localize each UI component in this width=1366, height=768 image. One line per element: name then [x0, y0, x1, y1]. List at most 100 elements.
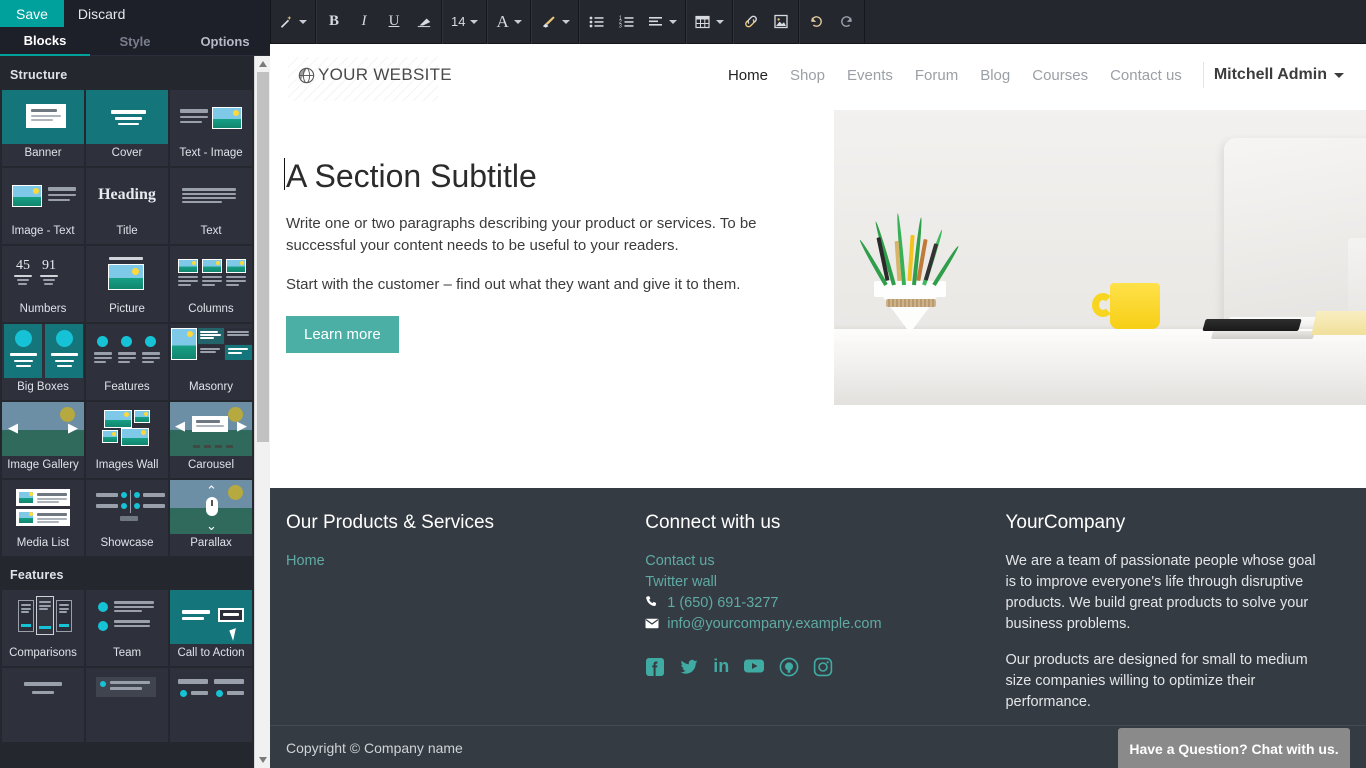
- block-card-parallax[interactable]: ⌃ ⌄ Parallax: [170, 480, 252, 556]
- nav-item-blog[interactable]: Blog: [969, 67, 1021, 84]
- block-label: Banner: [24, 147, 62, 159]
- block-card-partial-a[interactable]: [2, 668, 84, 742]
- block-card-text[interactable]: Text: [170, 168, 252, 244]
- table-icon[interactable]: [689, 7, 730, 37]
- youtube-icon[interactable]: [743, 657, 765, 681]
- block-card-image-gallery[interactable]: ◀ ▶ Image Gallery: [2, 402, 84, 478]
- footer-link-home[interactable]: Home: [286, 551, 625, 572]
- block-card-title[interactable]: Heading Title: [86, 168, 168, 244]
- nav-item-courses[interactable]: Courses: [1021, 67, 1099, 84]
- block-card-comparisons[interactable]: Comparisons: [2, 590, 84, 666]
- nav-item-home[interactable]: Home: [717, 67, 779, 84]
- font-color-button[interactable]: A: [490, 7, 527, 37]
- block-card-carousel[interactable]: ◀ ▶ Carousel: [170, 402, 252, 478]
- footer-link-contact-us[interactable]: Contact us: [645, 551, 985, 572]
- block-card-columns[interactable]: Columns: [170, 246, 252, 322]
- nav-item-contact-us[interactable]: Contact us: [1099, 67, 1193, 84]
- block-card-features[interactable]: Features: [86, 324, 168, 400]
- block-label: Picture: [109, 303, 145, 315]
- plant-pot-rope: [886, 299, 936, 307]
- title-art-text: Heading: [98, 186, 156, 203]
- block-label: Title: [116, 225, 138, 237]
- font-size-select[interactable]: 14: [445, 7, 484, 37]
- linkedin-icon[interactable]: in: [713, 657, 729, 681]
- block-card-images-wall[interactable]: Images Wall: [86, 402, 168, 478]
- nav-item-shop[interactable]: Shop: [779, 67, 836, 84]
- undo-icon[interactable]: [802, 7, 832, 37]
- block-card-big-boxes[interactable]: Big Boxes: [2, 324, 84, 400]
- user-menu[interactable]: Mitchell Admin: [1214, 66, 1350, 84]
- hero-heading[interactable]: A Section Subtitle: [284, 156, 537, 196]
- scroll-up-arrow-icon[interactable]: [255, 56, 270, 72]
- phone-icon: [645, 593, 659, 614]
- magic-wand-icon[interactable]: [273, 7, 313, 37]
- tab-style[interactable]: Style: [90, 27, 180, 56]
- svg-text:3: 3: [619, 23, 622, 28]
- block-card-numbers[interactable]: 45 91 Numbers: [2, 246, 84, 322]
- block-card-partial-c[interactable]: [170, 668, 252, 742]
- keyboard: [1202, 319, 1302, 331]
- block-thumb-media-list: [2, 480, 84, 534]
- block-card-image-text[interactable]: Image - Text: [2, 168, 84, 244]
- hero-paragraph-2[interactable]: Start with the customer – find out what …: [286, 274, 816, 296]
- block-label: Image - Text: [11, 225, 75, 237]
- desk-photo: [834, 110, 1366, 405]
- insert-image-icon[interactable]: [766, 7, 796, 37]
- block-card-showcase[interactable]: Showcase: [86, 480, 168, 556]
- block-card-text-image[interactable]: Text - Image: [170, 90, 252, 166]
- site-brand[interactable]: YOUR WEBSITE: [288, 57, 452, 101]
- block-label: [125, 722, 129, 738]
- block-thumb-images-wall: [86, 402, 168, 456]
- discard-button[interactable]: Discard: [64, 0, 139, 27]
- footer-link-twitter-wall[interactable]: Twitter wall: [645, 572, 985, 593]
- tab-blocks[interactable]: Blocks: [0, 27, 90, 56]
- text-align-icon[interactable]: [642, 7, 683, 37]
- learn-more-button[interactable]: Learn more: [286, 316, 399, 353]
- yellow-mug: [1110, 283, 1160, 329]
- background-color-icon[interactable]: [534, 7, 576, 37]
- block-thumb-comparisons: [2, 590, 84, 644]
- italic-button[interactable]: I: [349, 7, 379, 37]
- footer-email[interactable]: info@yourcompany.example.com: [667, 614, 881, 635]
- scroll-down-arrow-icon[interactable]: [255, 752, 270, 768]
- website-preview-canvas: YOUR WEBSITE Home Shop Events Forum Blog…: [270, 44, 1366, 768]
- scrollbar-thumb[interactable]: [257, 72, 269, 442]
- panel-tabs: Blocks Style Options: [0, 27, 270, 56]
- clear-formatting-icon[interactable]: [409, 7, 439, 37]
- block-card-picture[interactable]: Picture: [86, 246, 168, 322]
- nav-divider: [1202, 62, 1204, 88]
- chevron-down-icon: [299, 19, 307, 24]
- save-button[interactable]: Save: [0, 0, 64, 27]
- block-card-partial-b[interactable]: [86, 668, 168, 742]
- nav-item-forum[interactable]: Forum: [904, 67, 969, 84]
- hero-paragraph-1[interactable]: Write one or two paragraphs describing y…: [286, 213, 816, 257]
- footer-phone[interactable]: 1 (650) 691-3277: [667, 593, 778, 614]
- hero-image[interactable]: [834, 110, 1366, 405]
- nav-item-events[interactable]: Events: [836, 67, 904, 84]
- link-icon[interactable]: [736, 7, 766, 37]
- block-label: [41, 722, 45, 738]
- block-card-cover[interactable]: Cover: [86, 90, 168, 166]
- block-card-media-list[interactable]: Media List: [2, 480, 84, 556]
- redo-icon[interactable]: [832, 7, 862, 37]
- unordered-list-icon[interactable]: [582, 7, 612, 37]
- block-card-team[interactable]: Team: [86, 590, 168, 666]
- ordered-list-icon[interactable]: 1 2 3: [612, 7, 642, 37]
- block-card-masonry[interactable]: Masonry: [170, 324, 252, 400]
- instagram-icon[interactable]: [813, 657, 833, 681]
- block-label: Media List: [16, 537, 70, 549]
- bold-button[interactable]: B: [319, 7, 349, 37]
- tab-options[interactable]: Options: [180, 27, 270, 56]
- twitter-icon[interactable]: [679, 657, 699, 681]
- block-label: Text - Image: [179, 147, 243, 159]
- underline-button[interactable]: U: [379, 7, 409, 37]
- toolbar-group-fontcolor: A: [487, 0, 531, 44]
- chevron-down-icon: [470, 19, 479, 24]
- chat-widget-button[interactable]: Have a Question? Chat with us.: [1118, 728, 1350, 768]
- block-card-call-to-action[interactable]: Call to Action: [170, 590, 252, 666]
- github-icon[interactable]: [779, 657, 799, 681]
- block-label: Call to Action: [177, 647, 245, 659]
- block-card-banner[interactable]: Banner: [2, 90, 84, 166]
- facebook-icon[interactable]: [645, 657, 665, 681]
- panel-scrollbar[interactable]: [254, 56, 270, 768]
